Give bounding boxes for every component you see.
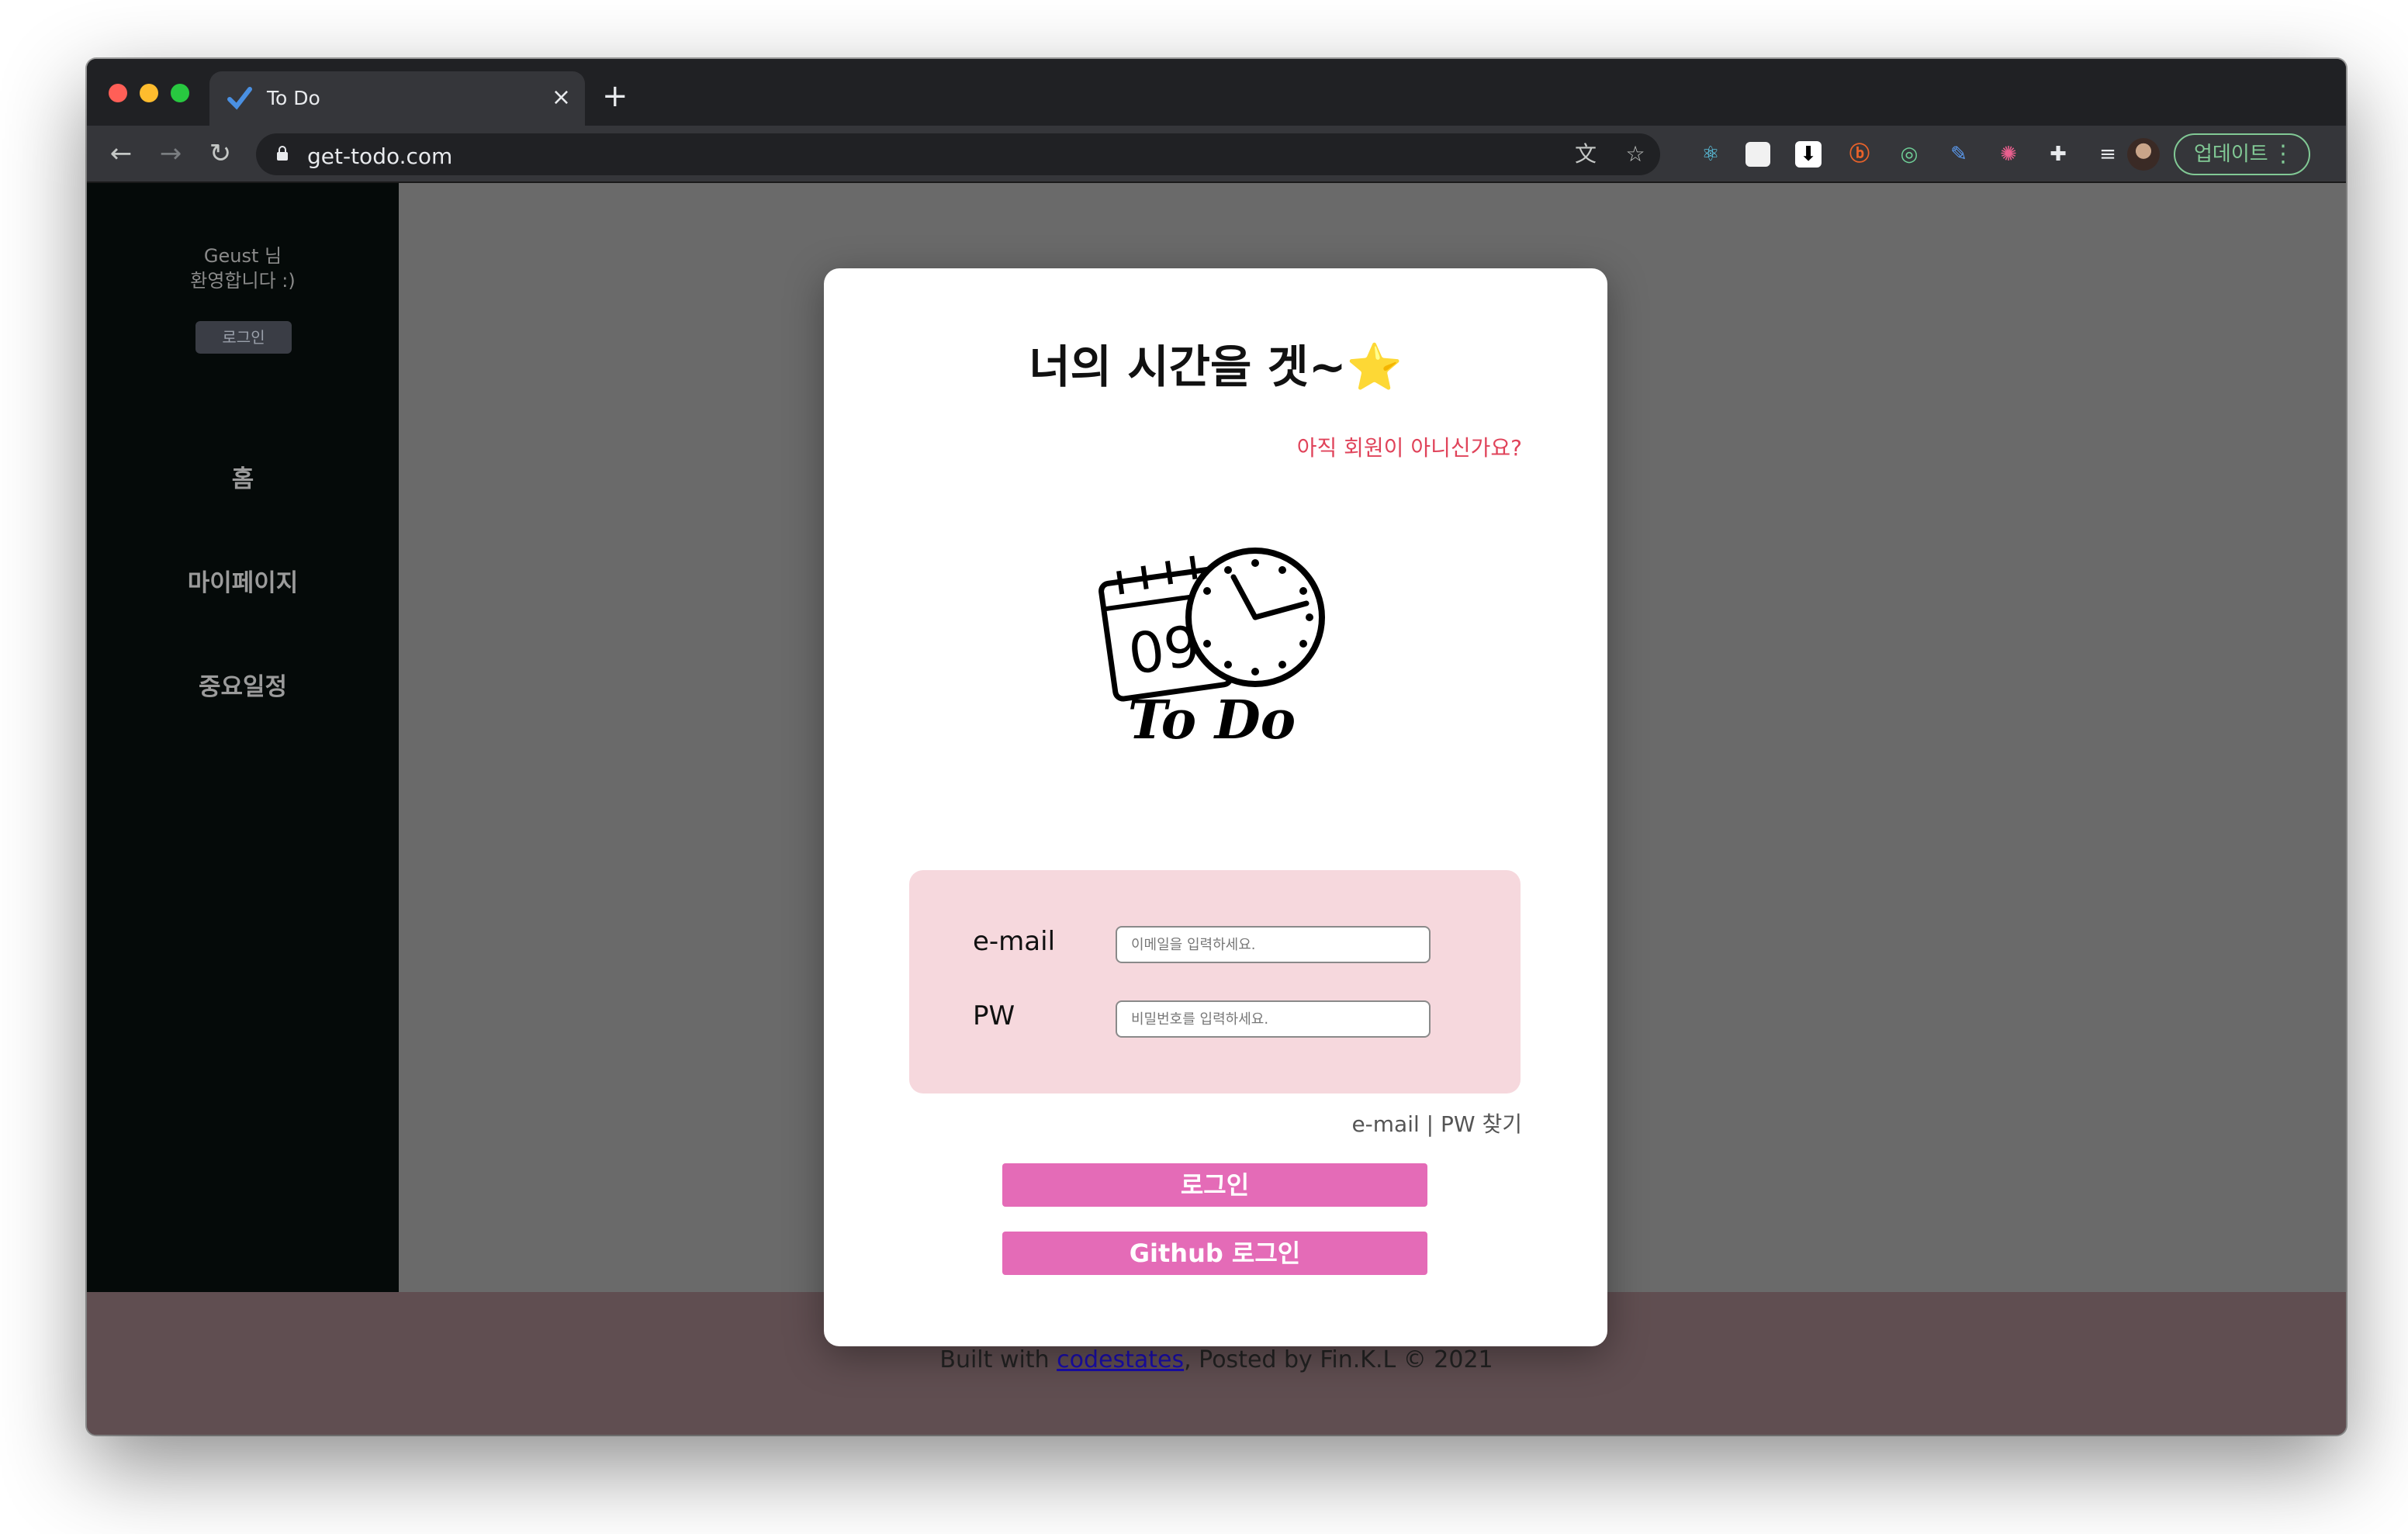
signup-link[interactable]: 아직 회원이 아니신가요?: [1297, 431, 1522, 462]
password-field[interactable]: [1116, 1000, 1431, 1038]
modal-title: 너의 시간을 겟~⭐: [1029, 340, 1403, 393]
minimize-window-button[interactable]: [140, 84, 158, 102]
reload-icon[interactable]: ↻: [202, 135, 239, 172]
email-field[interactable]: [1116, 926, 1431, 963]
email-label: e-mail: [973, 926, 1056, 957]
sidebar-item-mypage[interactable]: 마이페이지: [87, 563, 399, 598]
maximize-window-button[interactable]: [171, 84, 189, 102]
greeting-line1: Geust 님: [203, 245, 282, 267]
todo-logo: 09 To Do: [1098, 548, 1325, 748]
back-icon[interactable]: ←: [102, 135, 140, 172]
avatar[interactable]: [2127, 138, 2160, 171]
update-label: 업데이트: [2194, 143, 2268, 166]
github-login-button[interactable]: Github 로그인: [1002, 1232, 1427, 1275]
sidebar-login-button[interactable]: 로그인: [195, 321, 292, 354]
tab-title: To Do: [267, 87, 320, 109]
edit-icon[interactable]: ✎: [1944, 140, 1974, 169]
bookmark-star-icon[interactable]: ☆: [1621, 140, 1649, 168]
lock-icon: [277, 146, 288, 161]
login-form: e-mail PW: [909, 870, 1521, 1093]
b-icon[interactable]: ⓑ: [1845, 140, 1874, 169]
more-vert-icon: ⋮: [2271, 140, 2295, 168]
login-modal: 너의 시간을 겟~⭐ 아직 회원이 아니신가요? 09 To Do e-mail…: [824, 268, 1607, 1346]
tab-todo[interactable]: To Do ×: [209, 71, 585, 126]
browser-window: To Do × + ← → ↻ get-todo.com 文 ☆ ⚛ ⬇ ⓑ ◎…: [87, 59, 2346, 1435]
footer-link[interactable]: codestates: [1057, 1346, 1184, 1373]
clock-icon: [1185, 548, 1325, 687]
tab-bar: To Do × +: [87, 59, 2346, 126]
greeting: Geust 님 환영합니다 :): [87, 244, 399, 293]
white-square-icon[interactable]: [1745, 142, 1770, 167]
update-button[interactable]: 업데이트 ⋮: [2174, 133, 2310, 175]
footer-suffix: , Posted by Fin.K.L © 2021: [1184, 1346, 1493, 1373]
find-account-link[interactable]: e-mail | PW 찾기: [1351, 1107, 1522, 1138]
close-window-button[interactable]: [109, 84, 127, 102]
todo-favicon-icon: [227, 87, 252, 110]
target-icon[interactable]: ◎: [1894, 140, 1924, 169]
footer-text: Built with codestates, Posted by Fin.K.L…: [87, 1346, 2346, 1373]
greeting-line2: 환영합니다 :): [190, 270, 296, 292]
close-icon[interactable]: ×: [552, 82, 571, 113]
sidebar-item-home[interactable]: 홈: [87, 459, 399, 494]
sidebar-item-important[interactable]: 중요일정: [87, 667, 399, 702]
login-button[interactable]: 로그인: [1002, 1163, 1427, 1207]
sidebar: Geust 님 환영합니다 :) 로그인 홈 마이페이지 중요일정: [87, 183, 399, 1292]
playlist-icon[interactable]: ≡: [2093, 140, 2123, 169]
url-text: get-todo.com: [307, 143, 453, 169]
forward-icon[interactable]: →: [152, 135, 189, 172]
address-bar[interactable]: get-todo.com 文 ☆: [256, 133, 1660, 175]
footer-prefix: Built with: [939, 1346, 1057, 1373]
puzzle-icon[interactable]: ✚: [2043, 140, 2073, 169]
color-wheel-icon[interactable]: ✺: [1994, 140, 2023, 169]
download-icon[interactable]: ⬇: [1795, 141, 1822, 168]
page-viewport: Geust 님 환영합니다 :) 로그인 홈 마이페이지 중요일정 Built …: [87, 183, 2346, 1435]
new-tab-button[interactable]: +: [602, 78, 628, 115]
browser-toolbar: ← → ↻ get-todo.com 文 ☆ ⚛ ⬇ ⓑ ◎ ✎ ✺ ✚ ≡ 업…: [87, 126, 2346, 183]
svg-text:To Do: To Do: [1128, 689, 1296, 748]
translate-icon[interactable]: 文: [1572, 140, 1600, 168]
react-icon[interactable]: ⚛: [1696, 140, 1725, 169]
pw-label: PW: [973, 1000, 1015, 1031]
